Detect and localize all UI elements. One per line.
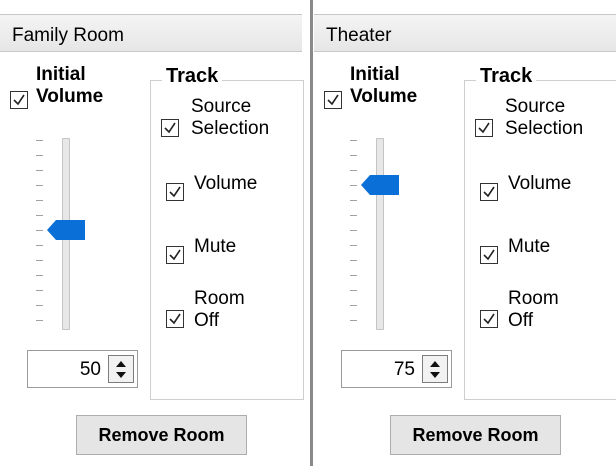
slider-tick xyxy=(36,170,43,171)
spin-buttons[interactable] xyxy=(108,355,134,383)
up-arrow-icon[interactable] xyxy=(113,359,129,369)
slider-tick xyxy=(36,260,43,261)
checkmark-icon xyxy=(327,94,339,106)
down-arrow-icon[interactable] xyxy=(113,370,129,380)
initial-volume-checkbox[interactable] xyxy=(10,91,28,109)
source-selection-label: Source Selection xyxy=(505,96,583,140)
source-selection-label-line2: Selection xyxy=(505,118,584,139)
spin-buttons[interactable] xyxy=(422,355,448,383)
panel-divider xyxy=(310,0,313,466)
track-legend: Track xyxy=(476,65,537,88)
room-title: Family Room xyxy=(12,25,124,46)
volume-slider-track[interactable] xyxy=(376,138,384,330)
initial-volume-label: Initial Volume xyxy=(350,64,417,108)
slider-tick xyxy=(36,245,43,246)
slider-tick xyxy=(36,320,43,321)
track-legend: Track xyxy=(162,65,223,88)
room-off-label-line1: Room xyxy=(508,288,559,309)
slider-tick xyxy=(350,320,357,321)
volume-track-checkbox[interactable] xyxy=(480,183,498,201)
slider-tick xyxy=(350,140,357,141)
volume-value[interactable]: 75 xyxy=(394,359,415,381)
checkmark-icon xyxy=(483,186,495,198)
slider-tick xyxy=(350,290,357,291)
initial-volume-label-line1: Initial xyxy=(36,64,86,85)
slider-tick xyxy=(350,305,357,306)
remove-room-button[interactable]: Remove Room xyxy=(390,415,561,455)
mute-checkbox[interactable] xyxy=(480,246,498,264)
slider-tick xyxy=(36,305,43,306)
slider-tick xyxy=(350,260,357,261)
mute-checkbox[interactable] xyxy=(166,246,184,264)
room-header: Theater xyxy=(314,14,616,52)
initial-volume-checkbox[interactable] xyxy=(324,91,342,109)
slider-tick xyxy=(350,200,357,201)
slider-tick xyxy=(36,230,43,231)
slider-tick xyxy=(350,245,357,246)
source-selection-checkbox[interactable] xyxy=(161,119,179,137)
room-off-label-line2: Off xyxy=(194,310,219,331)
slider-tick xyxy=(350,215,357,216)
room-off-checkbox[interactable] xyxy=(480,310,498,328)
room-title: Theater xyxy=(326,25,392,46)
volume-track-label: Volume xyxy=(508,173,572,194)
slider-tick xyxy=(36,290,43,291)
checkmark-icon xyxy=(164,122,176,134)
slider-tick xyxy=(350,185,357,186)
source-selection-label: Source Selection xyxy=(191,96,269,140)
slider-tick xyxy=(36,155,43,156)
volume-spinbox[interactable]: 75 xyxy=(341,350,452,388)
source-selection-checkbox[interactable] xyxy=(475,119,493,137)
slider-tick xyxy=(36,215,43,216)
checkmark-icon xyxy=(483,313,495,325)
checkmark-icon xyxy=(169,249,181,261)
initial-volume-label: Initial Volume xyxy=(36,64,103,108)
initial-volume-label-line2: Volume xyxy=(36,86,104,107)
source-selection-label-line1: Source xyxy=(191,96,252,117)
room-panel: Theater Initial Volume 75 Track Source S… xyxy=(314,10,616,466)
volume-track-label: Volume xyxy=(194,173,258,194)
checkmark-icon xyxy=(169,313,181,325)
volume-spinbox[interactable]: 50 xyxy=(27,350,138,388)
source-selection-label-line2: Selection xyxy=(191,118,270,139)
slider-tick xyxy=(350,155,357,156)
room-off-label: Room Off xyxy=(508,288,559,332)
source-selection-label-line1: Source xyxy=(505,96,566,117)
initial-volume-label-line2: Volume xyxy=(350,86,418,107)
checkmark-icon xyxy=(13,94,25,106)
mute-label: Mute xyxy=(194,236,237,257)
slider-thumb-icon[interactable] xyxy=(361,175,399,195)
initial-volume-label-line1: Initial xyxy=(350,64,400,85)
slider-tick xyxy=(36,200,43,201)
room-panel: Family Room Initial Volume 50 Track Sour… xyxy=(0,10,304,466)
slider-tick xyxy=(36,275,43,276)
up-arrow-icon[interactable] xyxy=(427,359,443,369)
room-off-checkbox[interactable] xyxy=(166,310,184,328)
slider-tick xyxy=(350,275,357,276)
room-off-label-line1: Room xyxy=(194,288,245,309)
volume-value[interactable]: 50 xyxy=(80,359,101,381)
checkmark-icon xyxy=(483,249,495,261)
remove-room-button[interactable]: Remove Room xyxy=(76,415,247,455)
slider-tick xyxy=(350,230,357,231)
checkmark-icon xyxy=(478,122,490,134)
room-header: Family Room xyxy=(0,14,302,52)
room-off-label: Room Off xyxy=(194,288,245,332)
slider-tick xyxy=(36,140,43,141)
volume-track-checkbox[interactable] xyxy=(166,183,184,201)
slider-tick xyxy=(350,170,357,171)
down-arrow-icon[interactable] xyxy=(427,370,443,380)
room-off-label-line2: Off xyxy=(508,310,533,331)
slider-tick xyxy=(36,185,43,186)
slider-thumb-icon[interactable] xyxy=(47,220,85,240)
checkmark-icon xyxy=(169,186,181,198)
mute-label: Mute xyxy=(508,236,551,257)
